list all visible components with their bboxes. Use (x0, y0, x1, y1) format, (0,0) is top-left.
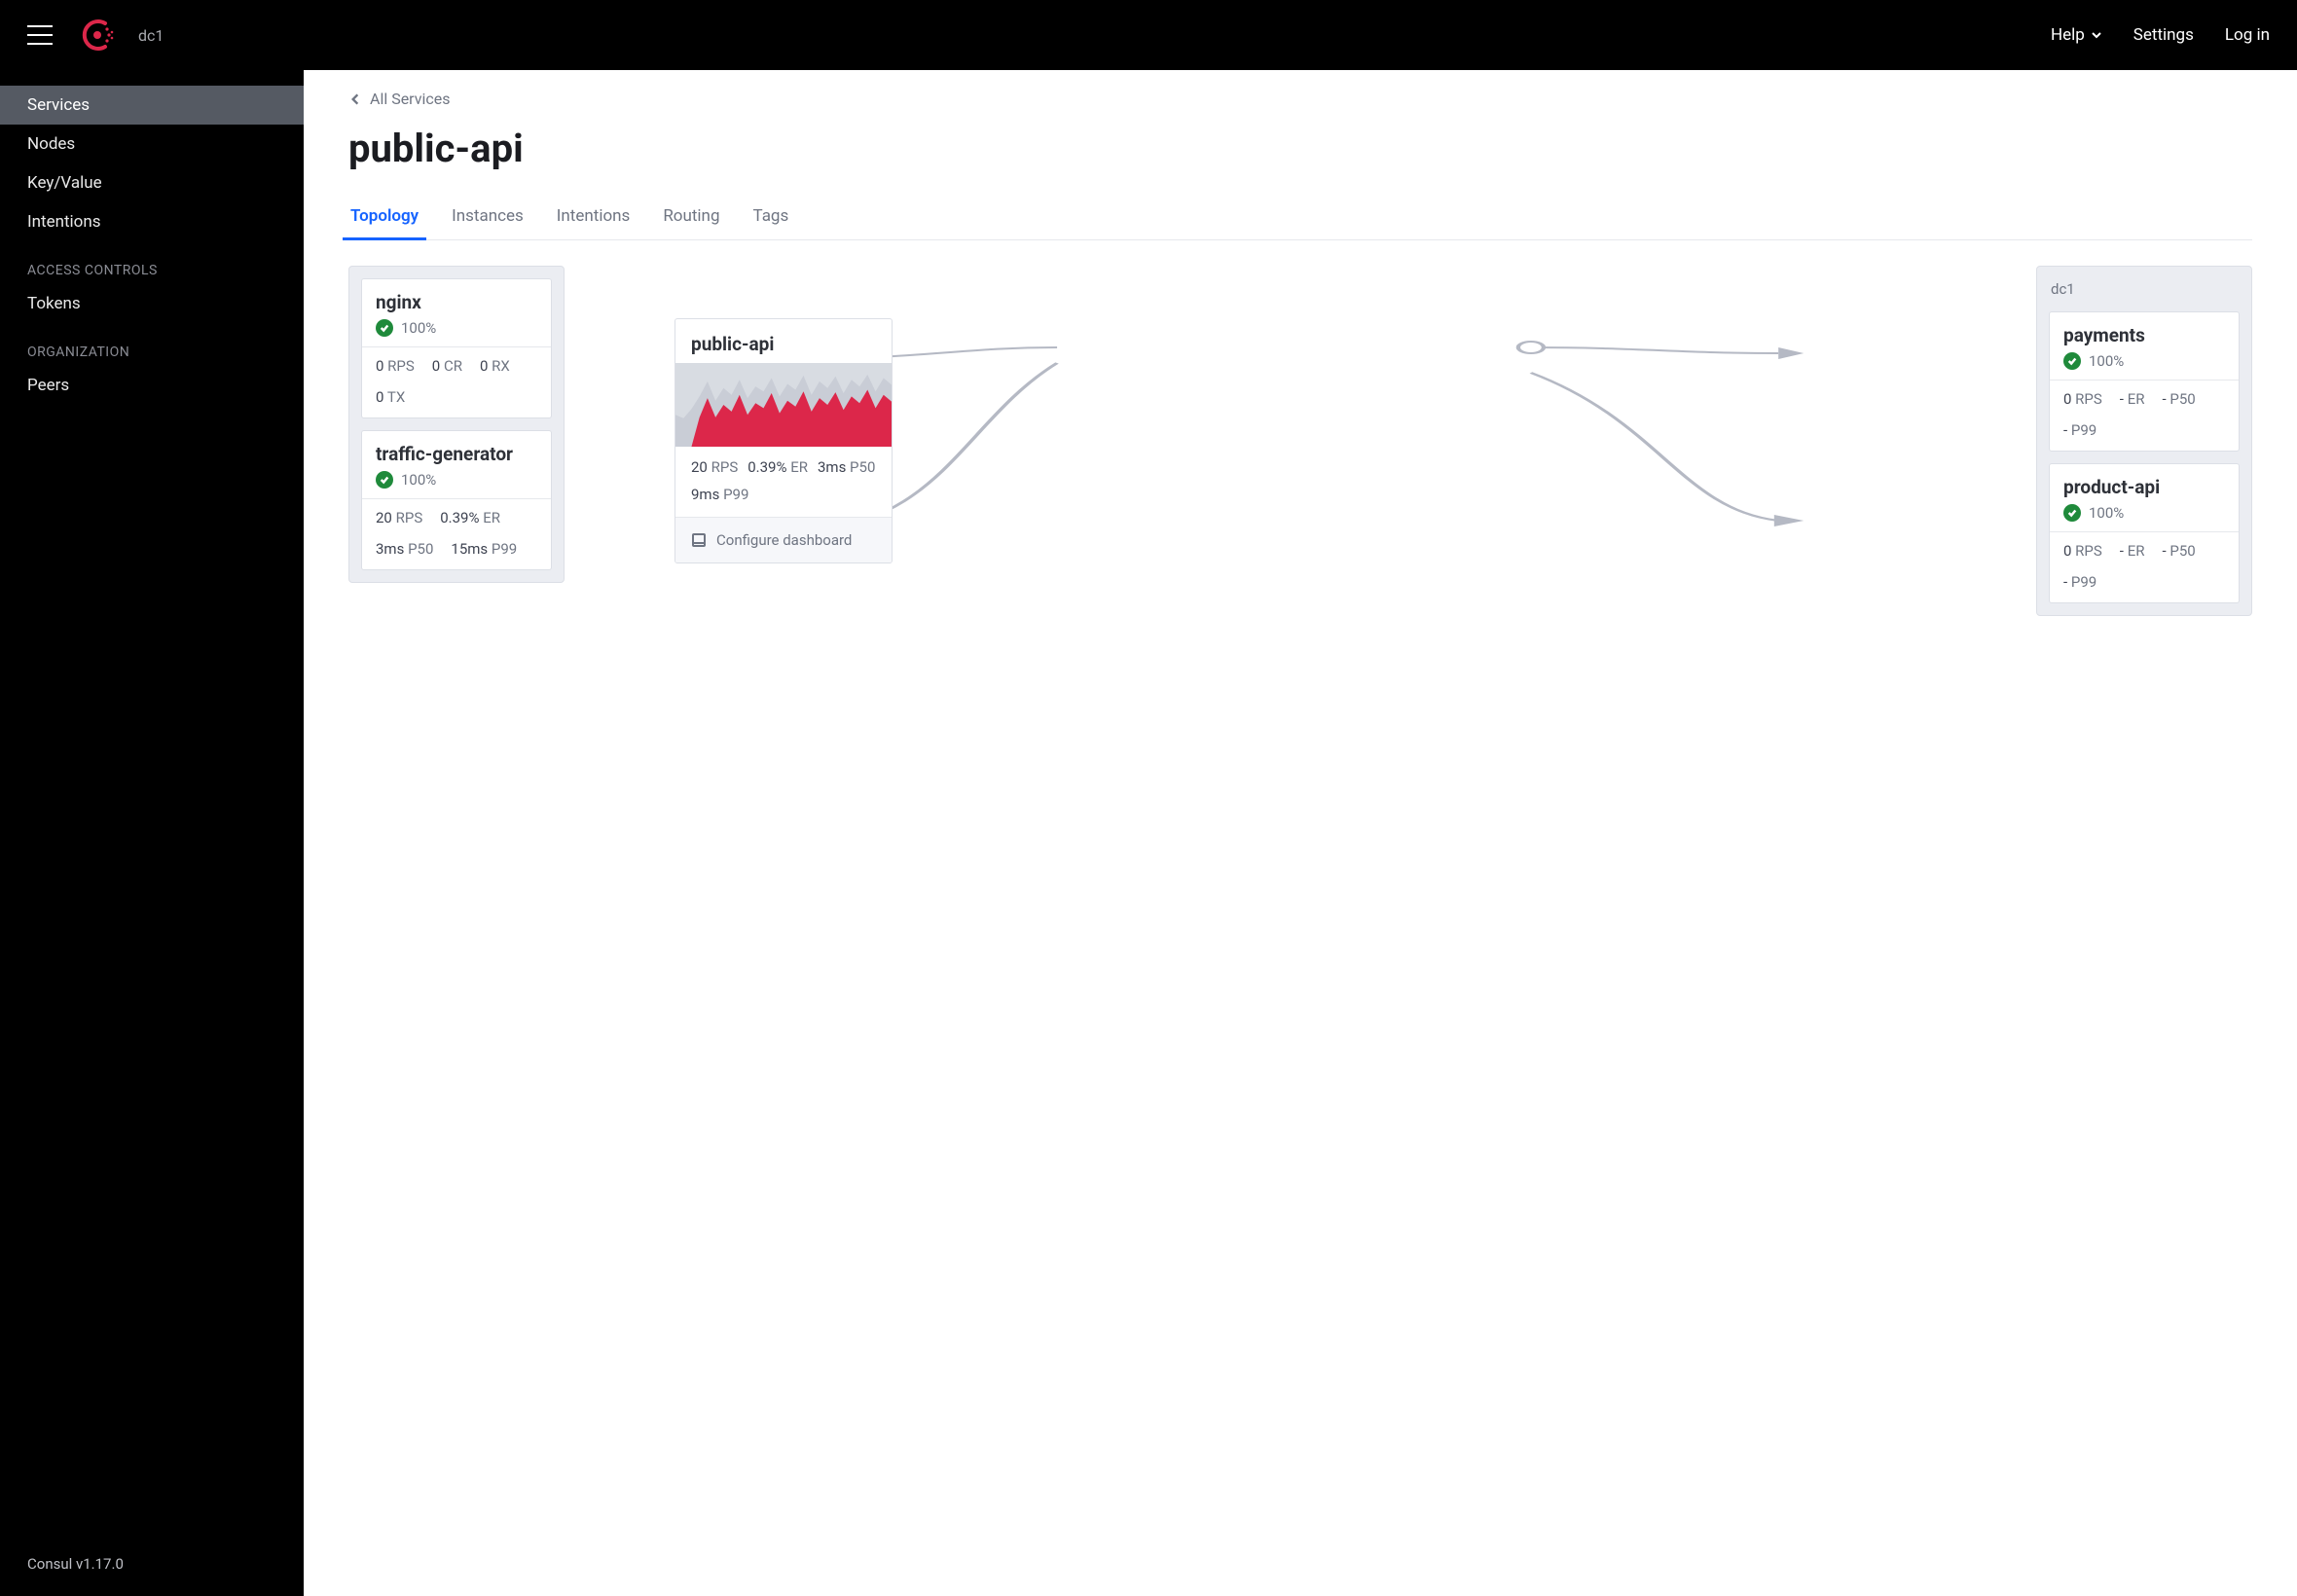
connector-lines (348, 266, 2252, 674)
sidebar-item-keyvalue[interactable]: Key/Value (0, 163, 304, 202)
chevron-left-icon (348, 92, 362, 106)
service-name: public-api (675, 319, 892, 363)
health-percent: 100% (2089, 352, 2124, 370)
health-percent: 100% (2089, 504, 2124, 522)
upstreams-column: nginx 100% 0 RPS 0 CR 0 RX 0 TX (348, 266, 565, 583)
consul-logo-icon (80, 18, 115, 53)
page-title: public-api (348, 126, 2252, 171)
sidebar-item-tokens[interactable]: Tokens (0, 284, 304, 323)
menu-icon[interactable] (27, 25, 53, 45)
metrics: 0 RPS - ER - P50 - P99 (2050, 532, 2239, 602)
top-header: dc1 Help Settings Log in (0, 0, 2297, 70)
sidebar: Services Nodes Key/Value Intentions ACCE… (0, 70, 304, 1596)
breadcrumb[interactable]: All Services (348, 90, 2252, 108)
configure-label: Configure dashboard (716, 531, 852, 549)
tab-instances[interactable]: Instances (450, 197, 526, 239)
metrics: 0 RPS - ER - P50 - P99 (2050, 381, 2239, 451)
health-percent: 100% (401, 319, 436, 337)
breadcrumb-label: All Services (370, 90, 451, 108)
settings-link[interactable]: Settings (2133, 25, 2194, 45)
service-card-traffic-generator[interactable]: traffic-generator 100% 20 RPS 0.39% ER 3… (361, 430, 552, 570)
metrics: 20 RPS 0.39% ER 3ms P50 9ms P99 (675, 447, 892, 517)
login-link[interactable]: Log in (2225, 25, 2270, 45)
service-name: nginx (376, 291, 537, 313)
service-card-public-api[interactable]: public-api 20 RPS 0.39% ER 3ms P50 9ms P… (675, 318, 893, 563)
health-check-icon (376, 319, 393, 337)
topology-graph: nginx 100% 0 RPS 0 CR 0 RX 0 TX (348, 266, 2252, 674)
help-label: Help (2051, 25, 2085, 45)
dashboard-icon (691, 532, 707, 548)
sidebar-section-access-controls: ACCESS CONTROLS (0, 241, 304, 284)
service-card-product-api[interactable]: product-api 100% 0 RPS - ER - P50 - P99 (2049, 463, 2240, 603)
sidebar-item-nodes[interactable]: Nodes (0, 125, 304, 163)
tab-topology[interactable]: Topology (348, 197, 420, 239)
metrics: 0 RPS 0 CR 0 RX 0 TX (362, 347, 551, 417)
configure-dashboard-button[interactable]: Configure dashboard (675, 517, 892, 562)
metrics: 20 RPS 0.39% ER 3ms P50 15ms P99 (362, 499, 551, 569)
help-menu[interactable]: Help (2051, 25, 2102, 45)
chevron-down-icon (2091, 29, 2102, 41)
sidebar-item-services[interactable]: Services (0, 86, 304, 125)
downstreams-column: dc1 payments 100% 0 RPS - ER - P50 (2036, 266, 2252, 616)
service-name: product-api (2063, 476, 2225, 498)
service-name: payments (2063, 324, 2225, 346)
tab-intentions[interactable]: Intentions (555, 197, 633, 239)
health-check-icon (2063, 352, 2081, 370)
datacenter-tag: dc1 (2049, 278, 2240, 300)
health-check-icon (2063, 504, 2081, 522)
sidebar-section-organization: ORGANIZATION (0, 323, 304, 366)
tab-tags[interactable]: Tags (750, 197, 790, 239)
version-label: Consul v1.17.0 (0, 1536, 304, 1596)
service-card-nginx[interactable]: nginx 100% 0 RPS 0 CR 0 RX 0 TX (361, 278, 552, 418)
service-card-payments[interactable]: payments 100% 0 RPS - ER - P50 - P99 (2049, 311, 2240, 452)
service-name: traffic-generator (376, 443, 537, 465)
traffic-chart (675, 363, 892, 447)
sidebar-item-peers[interactable]: Peers (0, 366, 304, 405)
main-content: All Services public-api Topology Instanc… (304, 70, 2297, 1596)
health-percent: 100% (401, 471, 436, 489)
datacenter-label[interactable]: dc1 (138, 26, 164, 45)
health-check-icon (376, 471, 393, 489)
sidebar-item-intentions[interactable]: Intentions (0, 202, 304, 241)
tab-bar: Topology Instances Intentions Routing Ta… (348, 197, 2252, 240)
tab-routing[interactable]: Routing (661, 197, 721, 239)
